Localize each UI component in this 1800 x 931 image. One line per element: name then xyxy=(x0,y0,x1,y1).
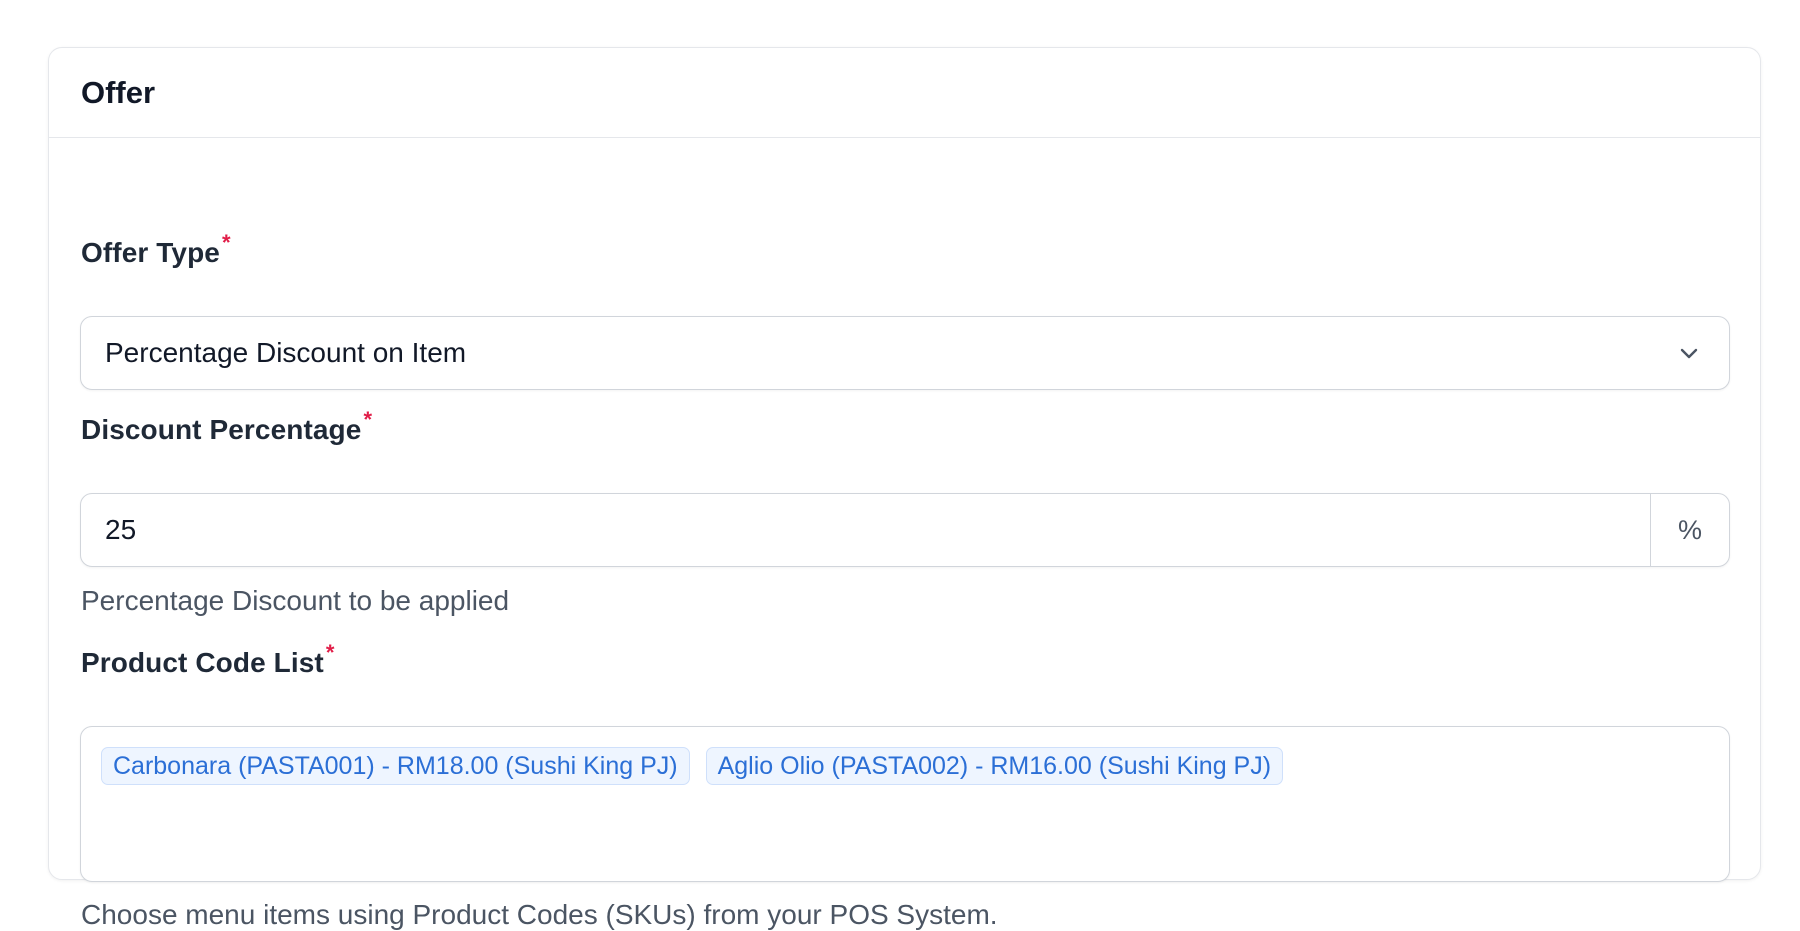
offer-type-label: Offer Type* xyxy=(81,230,231,269)
product-tag[interactable]: Carbonara (PASTA001) - RM18.00 (Sushi Ki… xyxy=(101,747,690,785)
offer-card: Offer Offer Type* Percentage Discount on… xyxy=(48,47,1761,930)
discount-percentage-label-text: Discount Percentage xyxy=(81,414,362,445)
product-code-multiselect[interactable]: Carbonara (PASTA001) - RM18.00 (Sushi Ki… xyxy=(80,726,1730,882)
percent-suffix: % xyxy=(1650,494,1729,566)
required-mark: * xyxy=(363,407,373,432)
required-mark: * xyxy=(221,230,231,255)
product-code-list-help: Choose menu items using Product Codes (S… xyxy=(81,899,998,930)
card-title: Offer xyxy=(81,74,156,110)
discount-percentage-help: Percentage Discount to be applied xyxy=(81,585,510,616)
discount-percentage-group: % xyxy=(80,493,1730,567)
required-mark: * xyxy=(325,640,335,665)
product-code-list-label-text: Product Code List xyxy=(81,647,324,678)
offer-type-select[interactable]: Percentage Discount on Item xyxy=(80,316,1730,390)
offer-type-label-text: Offer Type xyxy=(81,237,220,268)
offer-type-selected-value: Percentage Discount on Item xyxy=(105,337,467,368)
product-tag[interactable]: Aglio Olio (PASTA002) - RM16.00 (Sushi K… xyxy=(705,747,1284,785)
product-code-list-label: Product Code List* xyxy=(81,640,335,679)
chevron-down-icon xyxy=(1680,348,1698,359)
card-header: Offer xyxy=(49,48,1760,138)
discount-percentage-input[interactable] xyxy=(81,494,1650,566)
discount-percentage-label: Discount Percentage* xyxy=(81,407,372,446)
